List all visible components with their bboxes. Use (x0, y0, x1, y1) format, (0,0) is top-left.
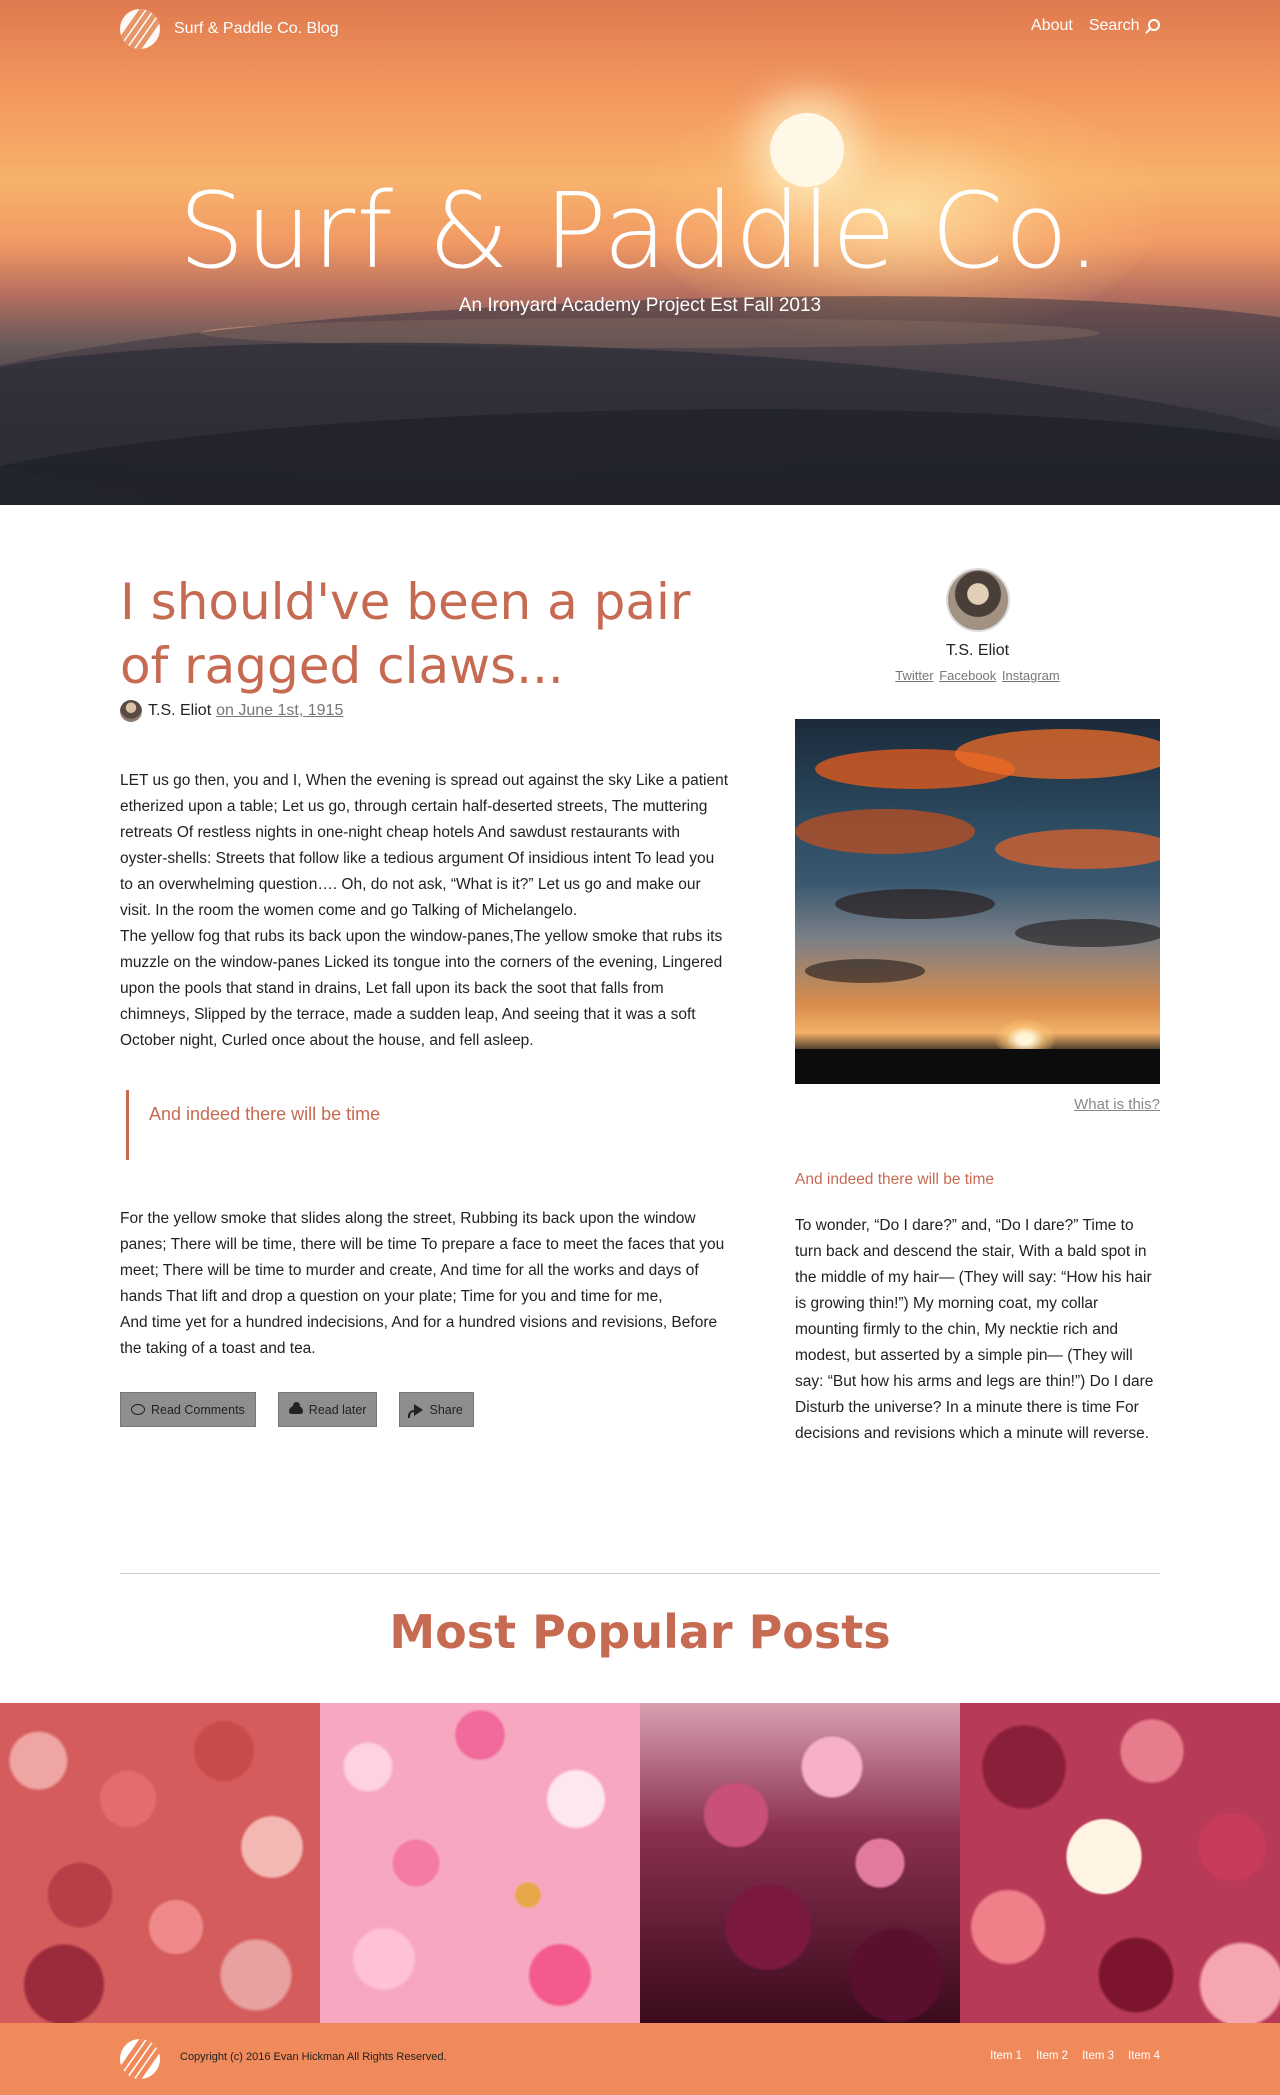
post-actions: Read Comments Read later Share (120, 1392, 730, 1427)
nav-search-label: Search (1088, 17, 1140, 34)
logo-icon (120, 9, 160, 49)
twitter-link[interactable]: Twitter (895, 668, 933, 683)
post-paragraph: The yellow fog that rubs its back upon t… (120, 928, 723, 1049)
hero-title: Surf & Paddle Co. (178, 170, 1102, 292)
brand-link[interactable]: Surf & Paddle Co. Blog (120, 9, 339, 49)
nav-about[interactable]: About (1031, 17, 1073, 35)
popular-post-image[interactable] (960, 1703, 1280, 2023)
hero-banner: Surf & Paddle Co. Blog About Search Surf… (0, 0, 1280, 505)
footer-item-2[interactable]: Item 2 (1036, 2050, 1068, 2062)
post-paragraph: And time yet for a hundred indecisions, … (120, 1314, 718, 1357)
comment-icon (131, 1404, 145, 1415)
popular-post-image[interactable] (320, 1703, 640, 2023)
share-label: Share (429, 1402, 463, 1417)
read-comments-label: Read Comments (151, 1402, 245, 1417)
section-divider (120, 1573, 1160, 1574)
nav-links: About Search (1031, 17, 1160, 35)
copyright: Copyright (c) 2016 Evan Hickman All Righ… (180, 2051, 447, 2063)
hero-subtitle: An Ironyard Academy Project Est Fall 201… (458, 295, 822, 316)
footer-logo-icon (120, 2039, 160, 2079)
share-icon (408, 1403, 424, 1418)
nav-search[interactable]: Search (1089, 17, 1160, 35)
post-author: T.S. Eliot (148, 702, 212, 719)
author-avatar-large (945, 568, 1010, 632)
share-button[interactable]: Share (399, 1392, 474, 1427)
popular-posts-title: Most Popular Posts (389, 1605, 891, 1659)
popular-post-image[interactable] (640, 1703, 960, 2023)
profile-name: T.S. Eliot (945, 642, 1010, 659)
instagram-link[interactable]: Instagram (1002, 668, 1060, 683)
social-links: Twitter Facebook Instagram (795, 668, 1160, 683)
footer-item-1[interactable]: Item 1 (990, 2050, 1022, 2062)
author-avatar (120, 700, 142, 722)
popular-post-image[interactable] (0, 1703, 320, 2023)
footer-item-4[interactable]: Item 4 (1128, 2050, 1160, 2062)
post-article: I should've been a pair of ragged claws.… (120, 570, 730, 1427)
post-body-continued: For the yellow smoke that slides along t… (120, 1206, 730, 1362)
sunset-sky-image (795, 719, 1160, 1084)
post-title: I should've been a pair of ragged claws.… (120, 573, 691, 695)
post-paragraph: LET us go then, you and I, When the even… (120, 772, 729, 919)
top-nav: Surf & Paddle Co. Blog About Search (0, 0, 1280, 56)
post-body: LET us go then, you and I, When the even… (120, 768, 730, 1054)
what-is-this-link[interactable]: What is this? (795, 1096, 1160, 1113)
site-footer: Copyright (c) 2016 Evan Hickman All Righ… (0, 2023, 1280, 2095)
post-quote: And indeed there will be time (126, 1090, 730, 1160)
read-later-label: Read later (308, 1402, 367, 1417)
footer-item-3[interactable]: Item 3 (1082, 2050, 1114, 2062)
sidebar-heading: And indeed there will be time (795, 1171, 995, 1188)
sidebar-text: To wonder, “Do I dare?” and, “Do I dare?… (795, 1217, 1154, 1442)
post-paragraph: For the yellow smoke that slides along t… (120, 1210, 725, 1305)
post-date-link[interactable]: on June 1st, 1915 (216, 702, 343, 720)
post-byline: T.S. Eliot on June 1st, 1915 (120, 700, 730, 722)
brand-name: Surf & Paddle Co. Blog (174, 20, 339, 37)
popular-posts-gallery (0, 1703, 1280, 2023)
facebook-link[interactable]: Facebook (939, 668, 996, 683)
author-profile: T.S. Eliot Twitter Facebook Instagram (795, 568, 1160, 683)
footer-links: Item 1 Item 2 Item 3 Item 4 (990, 2050, 1160, 2062)
search-icon (1148, 19, 1160, 31)
read-later-button[interactable]: Read later (277, 1392, 378, 1427)
read-comments-button[interactable]: Read Comments (120, 1392, 256, 1427)
cloud-download-icon (288, 1401, 303, 1414)
sidebar: T.S. Eliot Twitter Facebook Instagram Wh… (795, 568, 1160, 1447)
